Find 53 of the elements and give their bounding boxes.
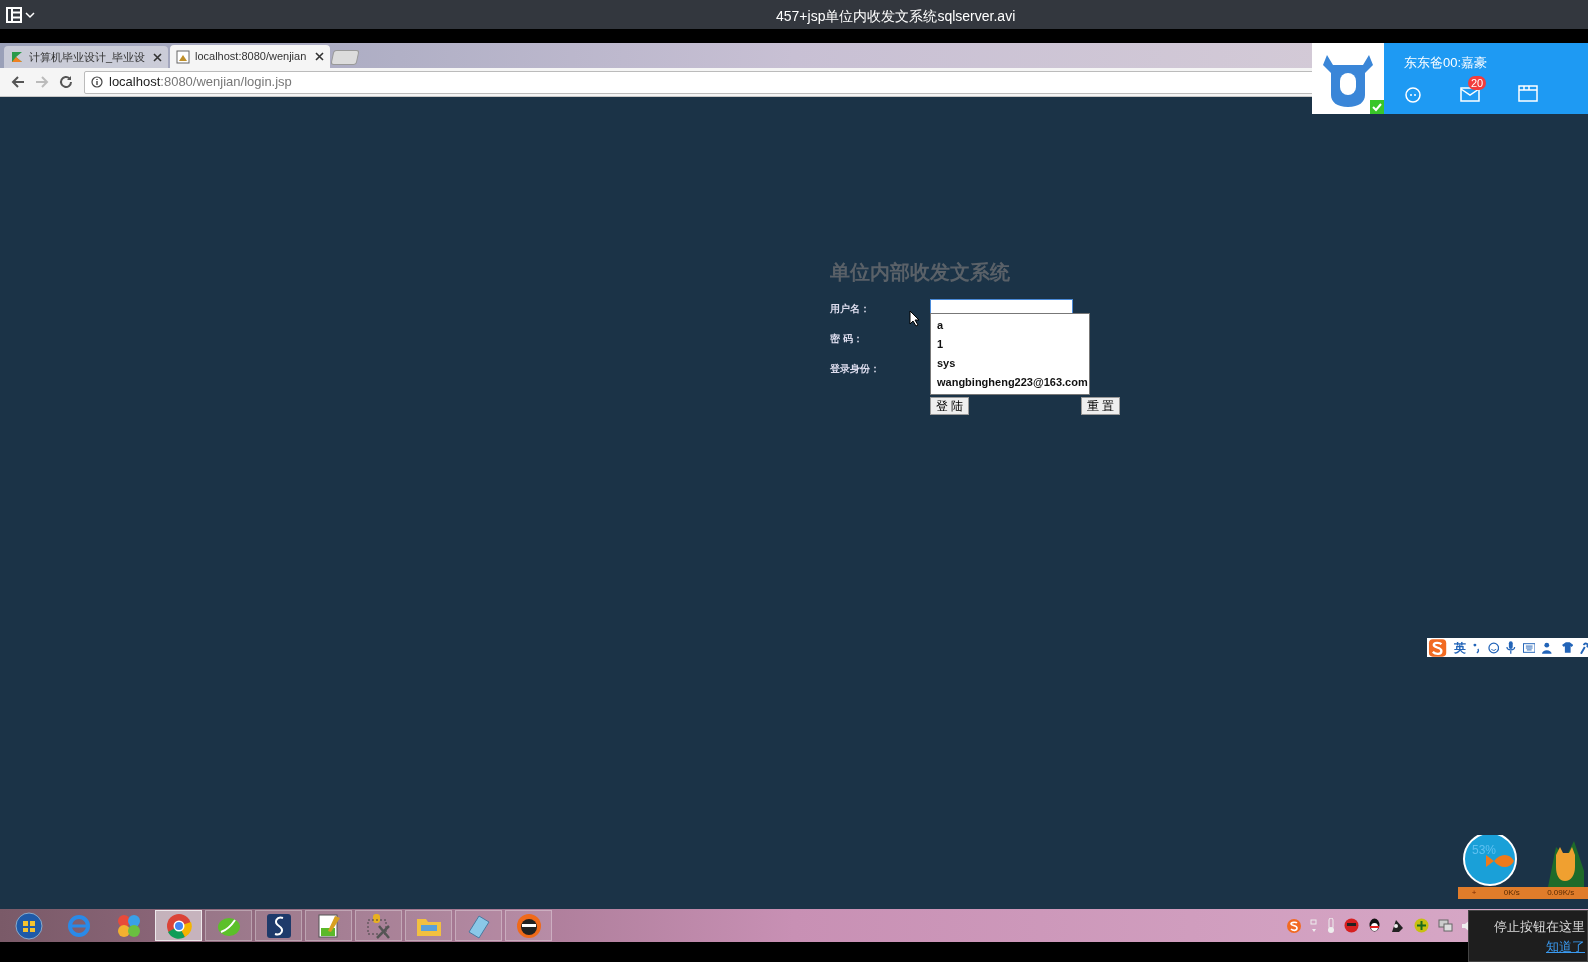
face-icon[interactable] [1404, 84, 1422, 103]
suggestion-item[interactable]: wangbingheng223@163.com [931, 373, 1089, 392]
back-icon[interactable] [10, 74, 26, 90]
penguin-icon[interactable] [1368, 918, 1381, 933]
start-icon [14, 911, 43, 940]
keyboard-icon[interactable] [1522, 642, 1536, 653]
url-text: localhost:8080/wenjian/login.jsp [109, 73, 292, 92]
close-icon[interactable] [153, 52, 162, 62]
wrench-icon[interactable] [1580, 641, 1588, 654]
browser-tab[interactable]: localhost:8080/wenjian [170, 45, 330, 68]
sogou-logo-icon[interactable] [1428, 638, 1448, 657]
suggestion-item[interactable]: 1 [931, 335, 1089, 354]
reset-button[interactable]: 重 置 [1080, 397, 1120, 415]
field-label: 用户名： [830, 301, 871, 316]
suggestion-item[interactable]: sys [931, 354, 1089, 373]
taskbar-button[interactable] [255, 910, 302, 941]
smiley-icon[interactable] [1487, 641, 1500, 654]
language-mode[interactable]: 英 [1454, 638, 1467, 657]
field-label: 登录身份： [830, 361, 881, 376]
field-label: 密 码： [830, 331, 864, 346]
mail-icon[interactable] [1460, 85, 1480, 102]
suggestion-item[interactable]: a [931, 316, 1089, 335]
browser-tab[interactable]: 计算机毕业设计_毕业设 [4, 46, 168, 68]
percent-label: 53% [1472, 842, 1497, 859]
tooltip-text: 停止按钮在这里 [1494, 918, 1585, 936]
sogou-tray-icon[interactable] [1287, 918, 1301, 933]
mail-count-badge: 20 [1468, 75, 1487, 90]
info-icon [91, 76, 103, 88]
cursor-icon [909, 310, 920, 327]
reload-icon[interactable] [58, 74, 74, 90]
tab-label: localhost:8080/wenjian [195, 49, 308, 65]
close-icon[interactable] [315, 52, 324, 61]
favicon-icon [176, 49, 190, 64]
shirt-icon[interactable] [1561, 642, 1574, 653]
tools-icon [364, 911, 393, 940]
punctuation-icon[interactable] [1473, 641, 1481, 654]
playlist-icon[interactable] [6, 6, 36, 23]
page-title: 单位内部收发文系统 [830, 260, 1011, 285]
chrome-icon [164, 911, 193, 940]
login-button[interactable]: 登 陆 [930, 397, 970, 415]
microphone-icon[interactable] [1506, 641, 1516, 654]
window-title: 457+jsp单位内收发文系统sqlserver.avi [776, 7, 1016, 26]
window-icon[interactable] [1518, 85, 1538, 102]
person-icon[interactable] [1542, 641, 1555, 654]
tab-label: 计算机毕业设计_毕业设 [29, 49, 147, 65]
taskbar-button[interactable] [505, 910, 552, 941]
user-name: 东东爸00:嘉豪 [1404, 54, 1489, 72]
dismiss-link[interactable]: 知道了 [1546, 936, 1585, 956]
upload-speed: 0K/s [1503, 887, 1520, 899]
download-speed: 0.09K/s [1547, 887, 1575, 899]
network-icon[interactable] [1438, 918, 1453, 933]
favicon-icon [10, 50, 24, 64]
plus-circle-icon[interactable] [1414, 918, 1429, 933]
